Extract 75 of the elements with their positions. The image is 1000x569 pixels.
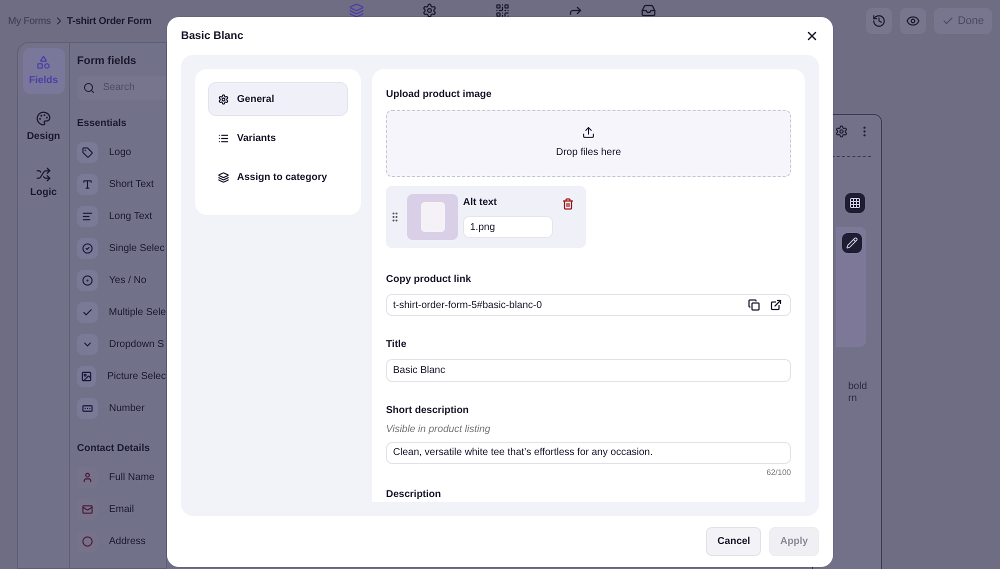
field-type-item[interactable]: Picture Selec — [77, 360, 166, 392]
history-icon — [872, 14, 886, 28]
panel-title: Form fields — [77, 54, 138, 69]
grid-icon — [849, 197, 861, 209]
tshirt-photo-placeholder — [407, 194, 458, 240]
upload-icon — [582, 126, 595, 140]
search-icon — [83, 82, 95, 94]
alt-text-input[interactable]: 1.png — [463, 216, 553, 238]
character-counter: 62/100 — [766, 467, 791, 479]
section-tab[interactable]: General — [208, 82, 348, 116]
field-type-item[interactable]: Dropdown S — [77, 328, 166, 360]
rail-tab[interactable]: Fields — [22, 48, 64, 94]
field-label: Upload product image — [386, 88, 493, 102]
field-type-item[interactable]: Short Text — [77, 168, 166, 200]
field-type-item[interactable]: Yes / No — [77, 264, 166, 296]
grid-button[interactable] — [845, 193, 865, 213]
tag-icon — [82, 147, 93, 158]
section-tab[interactable]: Variants — [208, 121, 348, 155]
check-circle-icon — [82, 243, 93, 254]
field-type-item[interactable]: Single Selec — [77, 232, 166, 264]
text-icon — [82, 179, 93, 190]
card-text: rn — [848, 393, 857, 405]
rail-tab[interactable]: Logic — [22, 160, 64, 206]
shapes-icon — [36, 54, 51, 70]
settings-icon[interactable] — [422, 3, 437, 18]
field-label: Short description — [386, 404, 470, 418]
gear-icon — [218, 94, 229, 104]
edit-button[interactable] — [842, 233, 862, 253]
field-type-item[interactable]: Address — [77, 526, 166, 558]
dialog-title: Basic Blanc — [181, 28, 244, 44]
check-icon — [942, 15, 954, 27]
field-label: Description — [386, 488, 442, 502]
link-field[interactable]: t-shirt-order-form-5#basic-blanc-0 — [386, 294, 791, 316]
check-icon — [82, 307, 93, 318]
drop-zone[interactable]: Drop files here — [386, 110, 791, 177]
palette-icon — [36, 110, 51, 126]
pencil-icon — [846, 237, 858, 249]
rail-tab[interactable]: Design — [22, 104, 64, 150]
drop-text: Drop files here — [556, 146, 622, 160]
history-button[interactable] — [866, 8, 892, 34]
envelope-icon — [82, 504, 93, 515]
layers-icon[interactable] — [349, 3, 364, 18]
field-label: Title — [386, 338, 408, 352]
field-type-item[interactable]: Number — [77, 392, 166, 424]
section-heading: Contact Details — [77, 442, 151, 456]
shuffle-icon — [36, 166, 51, 182]
section-heading: Essentials — [77, 116, 128, 130]
person-icon — [82, 472, 93, 483]
inbox-icon[interactable] — [641, 3, 656, 18]
image-icon — [81, 371, 92, 382]
list-icon — [218, 132, 229, 144]
eye-icon — [906, 14, 920, 28]
stack-icon — [218, 172, 229, 182]
alt-text-label: Alt text — [463, 196, 498, 210]
copy-icon[interactable] — [748, 299, 760, 312]
cancel-button[interactable]: Cancel — [706, 527, 762, 556]
field-label: Copy product link — [386, 272, 472, 287]
field-type-item[interactable]: Email — [77, 494, 166, 526]
qr-code-icon[interactable] — [495, 3, 510, 18]
field-hint: Visible in product listing — [386, 422, 492, 437]
number-field-icon — [82, 403, 93, 414]
delete-icon[interactable] — [562, 198, 574, 210]
title-input[interactable]: Basic Blanc — [386, 359, 791, 382]
field-type-item[interactable]: Logo — [77, 136, 166, 168]
field-type-item[interactable]: Full Name — [77, 462, 166, 494]
external-link-icon[interactable] — [770, 299, 782, 312]
card-text: bold — [848, 381, 867, 393]
section-tab[interactable]: Assign to category — [208, 160, 348, 194]
breadcrumb-current: T-shirt Order Form — [66, 14, 152, 28]
preview-button[interactable] — [900, 8, 926, 34]
field-type-item[interactable]: Long Text — [77, 200, 166, 232]
close-icon[interactable] — [805, 29, 819, 43]
short-description-input[interactable]: Clean, versatile white tee that’s effortless for any occasion. — [386, 442, 791, 464]
lines-icon — [82, 211, 93, 222]
field-type-item[interactable]: Multiple Sele — [77, 296, 166, 328]
